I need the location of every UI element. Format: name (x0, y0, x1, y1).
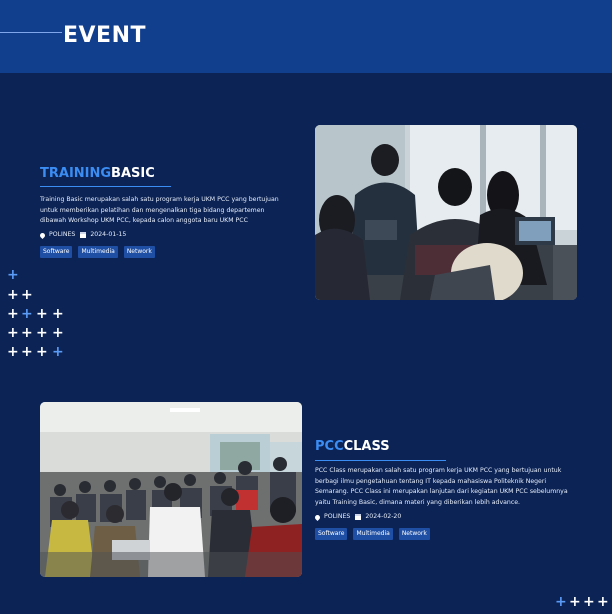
event-tags: Software Multimedia Network (40, 246, 155, 258)
event-title-rest: CLASS (343, 439, 390, 454)
event-title-accent: TRAINING (40, 166, 112, 181)
title-underline (315, 460, 446, 461)
location-pin-icon (38, 231, 47, 239)
tag-software[interactable]: Software (40, 246, 73, 258)
header-decor-line (0, 32, 62, 33)
page-title: EVENT (63, 23, 147, 48)
tag-multimedia[interactable]: Multimedia (353, 528, 393, 540)
tag-multimedia[interactable]: Multimedia (78, 246, 118, 258)
tag-network[interactable]: Network (398, 528, 430, 540)
event-date: 2024-01-15 (90, 231, 127, 238)
event-meta: POLINES 2024-01-15 (38, 230, 127, 240)
event-photo-training-basic (315, 125, 577, 300)
event-location: POLINES (324, 513, 351, 520)
event-photo-pcc-class (40, 402, 302, 577)
event-description: Training Basic merupakan salah satu prog… (40, 196, 279, 224)
event-date: 2024-02-20 (365, 513, 402, 520)
calendar-icon (80, 232, 87, 238)
location-pin-icon (313, 513, 322, 521)
calendar-icon (355, 514, 362, 520)
page-header: EVENT (0, 0, 612, 73)
event-location: POLINES (49, 231, 76, 238)
event-title: TRAININGBASIC (40, 165, 155, 183)
event-description: PCC Class merupakan salah satu program k… (315, 467, 568, 506)
event-title-accent: PCC (315, 439, 344, 454)
event-tags: Software Multimedia Network (315, 528, 430, 540)
tag-software[interactable]: Software (315, 528, 348, 540)
event-title-rest: BASIC (111, 166, 155, 181)
tag-network[interactable]: Network (123, 246, 155, 258)
event-meta: POLINES 2024-02-20 (313, 512, 402, 522)
event-title: PCCCLASS (315, 438, 390, 456)
title-underline (40, 186, 171, 187)
